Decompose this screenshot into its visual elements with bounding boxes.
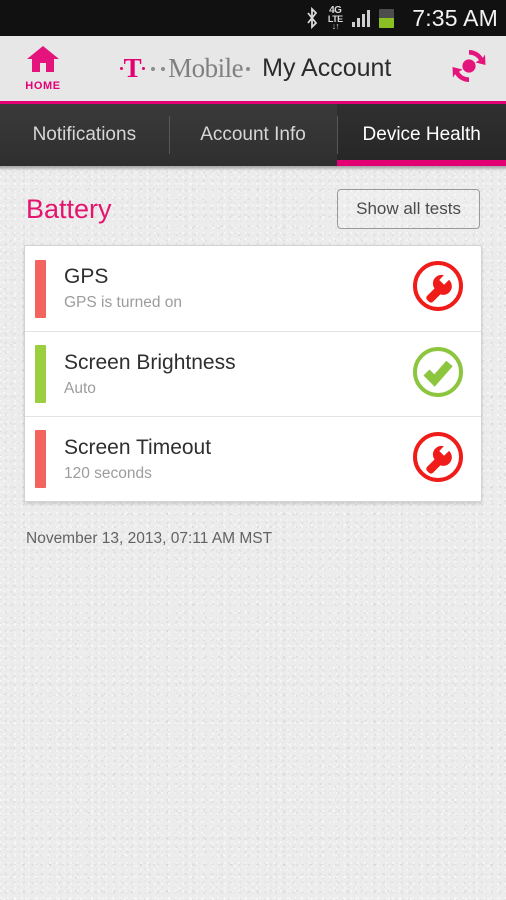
row-title: GPS xyxy=(64,265,109,289)
tmobile-logo-mobile: Mobile xyxy=(168,53,244,83)
tab-device-health[interactable]: Device Health xyxy=(337,104,506,166)
row-text-group: Screen Brightness Auto xyxy=(46,350,395,399)
row-text-group: Screen Timeout 120 seconds xyxy=(46,435,395,484)
row-accent-bar xyxy=(35,345,46,403)
status-bar-icons: 4G LTE ↓↑ 7:35 AM xyxy=(305,5,498,32)
tmobile-logo: T Mobile xyxy=(117,53,254,84)
battery-icon xyxy=(379,8,395,28)
home-button[interactable]: HOME xyxy=(0,36,86,101)
row-subtitle: GPS is turned on xyxy=(64,294,183,312)
tab-bar: Notifications Account Info Device Health xyxy=(0,104,506,166)
row-title: Screen Brightness xyxy=(64,350,236,374)
row-status-badge[interactable] xyxy=(395,429,481,490)
bluetooth-icon xyxy=(305,7,319,29)
wrench-icon xyxy=(410,429,466,490)
tab-notifications-label: Notifications xyxy=(32,124,137,145)
app-root: 4G LTE ↓↑ 7:35 AM HOME T Mobile My Accou… xyxy=(0,0,506,900)
tab-account-info-label: Account Info xyxy=(200,124,306,145)
tab-notifications[interactable]: Notifications xyxy=(0,104,169,166)
status-bar-clock: 7:35 AM xyxy=(412,4,498,31)
table-row[interactable]: Screen Brightness Auto xyxy=(25,331,481,416)
row-status-badge[interactable] xyxy=(395,258,481,319)
row-text-group: GPS GPS is turned on xyxy=(46,264,395,313)
row-subtitle: Auto xyxy=(64,379,96,397)
check-circle-icon xyxy=(410,344,466,405)
row-accent-bar xyxy=(35,259,46,318)
tmobile-logo-t: T xyxy=(123,53,142,83)
wrench-icon xyxy=(410,258,466,319)
section-header: Battery Show all tests xyxy=(0,171,506,229)
lte-arrows: ↓↑ xyxy=(331,20,340,31)
test-list-card: GPS GPS is turned on Screen Brightness A… xyxy=(24,245,482,502)
refresh-icon xyxy=(449,46,489,91)
tab-device-health-label: Device Health xyxy=(362,124,481,145)
app-header: HOME T Mobile My Account xyxy=(0,36,506,104)
4g-lte-icon: 4G LTE ↓↑ xyxy=(328,5,343,31)
table-row[interactable]: Screen Timeout 120 seconds xyxy=(25,416,481,501)
status-bar: 4G LTE ↓↑ 7:35 AM xyxy=(0,0,506,36)
last-updated-timestamp: November 13, 2013, 07:11 AM MST xyxy=(26,530,273,547)
header-title-group: T Mobile My Account xyxy=(76,53,432,84)
page-title: My Account xyxy=(262,54,392,82)
row-subtitle: 120 seconds xyxy=(64,464,152,482)
home-button-label: HOME xyxy=(25,80,61,92)
section-title: Battery xyxy=(26,193,112,224)
row-accent-bar xyxy=(35,430,46,488)
signal-icon xyxy=(351,9,371,27)
row-status-badge[interactable] xyxy=(395,344,481,405)
refresh-button[interactable] xyxy=(432,36,506,101)
show-all-tests-button[interactable]: Show all tests xyxy=(337,189,480,229)
row-title: Screen Timeout xyxy=(64,435,212,459)
home-icon xyxy=(26,45,60,79)
tab-account-info[interactable]: Account Info xyxy=(168,104,338,166)
table-row[interactable]: GPS GPS is turned on xyxy=(25,246,481,331)
